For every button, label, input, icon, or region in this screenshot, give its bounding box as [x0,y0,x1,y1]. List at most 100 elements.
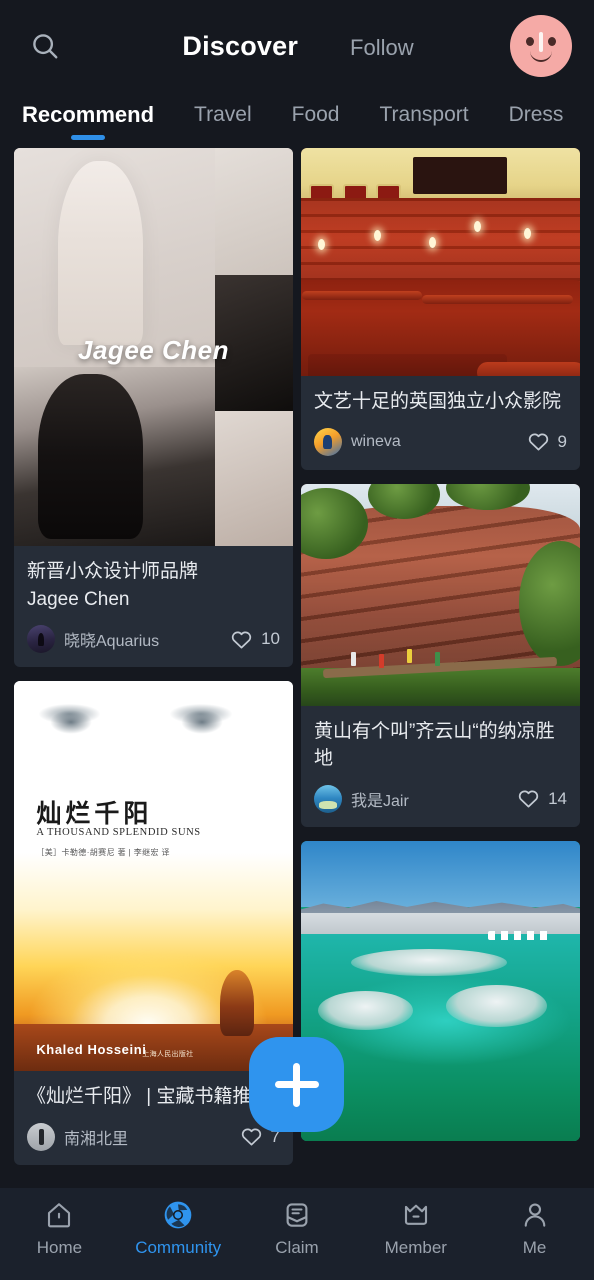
heart-outline-icon [241,1128,261,1146]
card-title: 《灿烂千阳》 | 宝藏书籍推荐 [27,1086,271,1108]
card-title: 黄山有个叫”齐云山“的纳凉胜地 [314,720,555,770]
author-avatar [314,427,342,456]
card-image-fashion-collage: Jagee Chen [14,148,293,546]
card-meta: 南湘北里 7 [27,1122,280,1151]
nav-item-member[interactable]: Member [356,1198,475,1258]
card-meta: wineva 9 [314,427,567,456]
app-header: Discover Follow [0,0,594,92]
nav-label-home: Home [36,1238,83,1257]
image-watermark: Jagee Chen [78,335,229,366]
header-tab-group: Discover Follow [68,31,510,62]
feed-card-qiyunshan[interactable]: 黄山有个叫”齐云山“的纳凉胜地 我是Jair 14 [301,483,580,827]
cinema-screen [412,157,508,194]
cinema-lamp [317,239,325,251]
avatar-nose [539,32,543,52]
lake-shoal [351,948,508,976]
like-count: 14 [548,788,567,808]
app-root: Discover Follow Recommend Travel Food Tr… [0,0,594,1280]
cinema-lamp [473,220,481,232]
tab-recommend[interactable]: Recommend [22,102,154,138]
author-avatar [27,1122,55,1151]
feed-card-uk-cinema[interactable]: 文艺十足的英国独立小众影院 wineva 9 [301,148,580,470]
avatar-eye-right [548,37,556,46]
collage-tile-main-lower [14,366,215,546]
book-title-en: A THOUSAND SPLENDID SUNS [36,827,201,839]
feed-card-jagee-chen[interactable]: Jagee Chen 新晋小众设计师品牌 Jagee Chen 晓晓Aquari… [14,148,293,668]
book-credits: ［美］卡勒德·胡赛尼 著 | 李继宏 译 [36,847,170,857]
cliff-flag [351,651,357,666]
cliff-flag [434,651,440,666]
heart-outline-icon [528,433,548,451]
cinema-cushion [422,294,574,305]
nav-item-me[interactable]: Me [475,1198,594,1258]
book-figure-silhouette [220,969,254,1036]
search-button[interactable] [22,23,68,69]
book-eye-right [181,710,224,734]
card-title: 新晋小众设计师品牌 Jagee Chen [27,558,280,613]
cinema-sofa [301,280,580,376]
book-eye-left [50,710,93,734]
claim-envelope-icon [280,1198,314,1232]
nav-label-community: Community [135,1238,222,1257]
search-icon [33,34,58,59]
book-author-latin: Khaled Hosseini [36,1042,147,1058]
tab-food[interactable]: Food [292,103,340,137]
tab-travel[interactable]: Travel [194,103,252,137]
cinema-lamp [373,230,381,242]
tab-dress[interactable]: Dress [509,103,564,137]
collage-tile-right-3 [214,410,293,546]
author-name: wineva [351,432,401,450]
lake-shoal [317,990,413,1030]
community-swirl-icon [161,1198,195,1232]
crown-icon [399,1198,433,1232]
card-image-book-cover: 灿烂千阳 A THOUSAND SPLENDID SUNS ［美］卡勒德·胡赛尼… [14,681,293,1072]
tab-transport[interactable]: Transport [380,103,469,137]
card-body: 文艺十足的英国独立小众影院 wineva 9 [301,376,580,470]
dress-silhouette-light [58,161,143,345]
nav-item-community[interactable]: Community [119,1198,238,1258]
like-button[interactable]: 9 [527,430,567,453]
like-count: 10 [261,629,280,649]
cinema-cushion [301,290,423,301]
nav-item-home[interactable]: Home [0,1198,119,1258]
book-title-cn: 灿烂千阳 [36,800,153,829]
person-icon [518,1198,552,1232]
like-button[interactable]: 14 [517,787,567,810]
category-tab-bar[interactable]: Recommend Travel Food Transport Dress [0,92,594,148]
heart-outline-icon [231,631,252,649]
author-avatar [27,625,55,654]
author-name: 晓晓Aquarius [64,633,160,651]
profile-avatar[interactable] [510,15,572,77]
like-count: 9 [557,431,567,451]
nav-label-me: Me [522,1238,547,1257]
header-tab-discover[interactable]: Discover [182,31,298,62]
dress-silhouette-dark [38,374,143,539]
create-post-fab[interactable] [249,1037,344,1132]
author-avatar [314,784,342,813]
nav-item-claim[interactable]: Claim [238,1198,357,1258]
card-body: 黄山有个叫”齐云山“的纳凉胜地 我是Jair 14 [301,706,580,827]
header-tab-follow[interactable]: Follow [350,35,414,61]
collage-tile-right-1 [214,148,293,276]
card-author[interactable]: 我是Jair [314,784,409,813]
author-name: 我是Jair [351,792,409,810]
card-author[interactable]: wineva [314,427,401,456]
nav-label-member: Member [384,1238,447,1257]
like-button[interactable]: 10 [230,628,280,651]
card-author[interactable]: 南湘北里 [27,1122,129,1151]
cliff-flag [379,653,385,668]
lake-tents [487,930,550,940]
card-meta: 我是Jair 14 [314,784,567,813]
card-title-line2: Jagee Chen [27,588,130,610]
cliff-flag [407,649,413,664]
author-name: 南湘北里 [64,1130,129,1148]
card-meta: 晓晓Aquarius 10 [27,625,280,654]
card-author[interactable]: 晓晓Aquarius [27,625,160,654]
card-title-line1: 新晋小众设计师品牌 [27,561,199,582]
card-image-red-cliff [301,483,580,706]
card-title: 文艺十足的英国独立小众影院 [314,391,562,412]
nav-label-claim: Claim [275,1238,319,1257]
avatar-mouth [530,51,552,62]
lake-sky [301,840,580,907]
home-icon [42,1198,76,1232]
